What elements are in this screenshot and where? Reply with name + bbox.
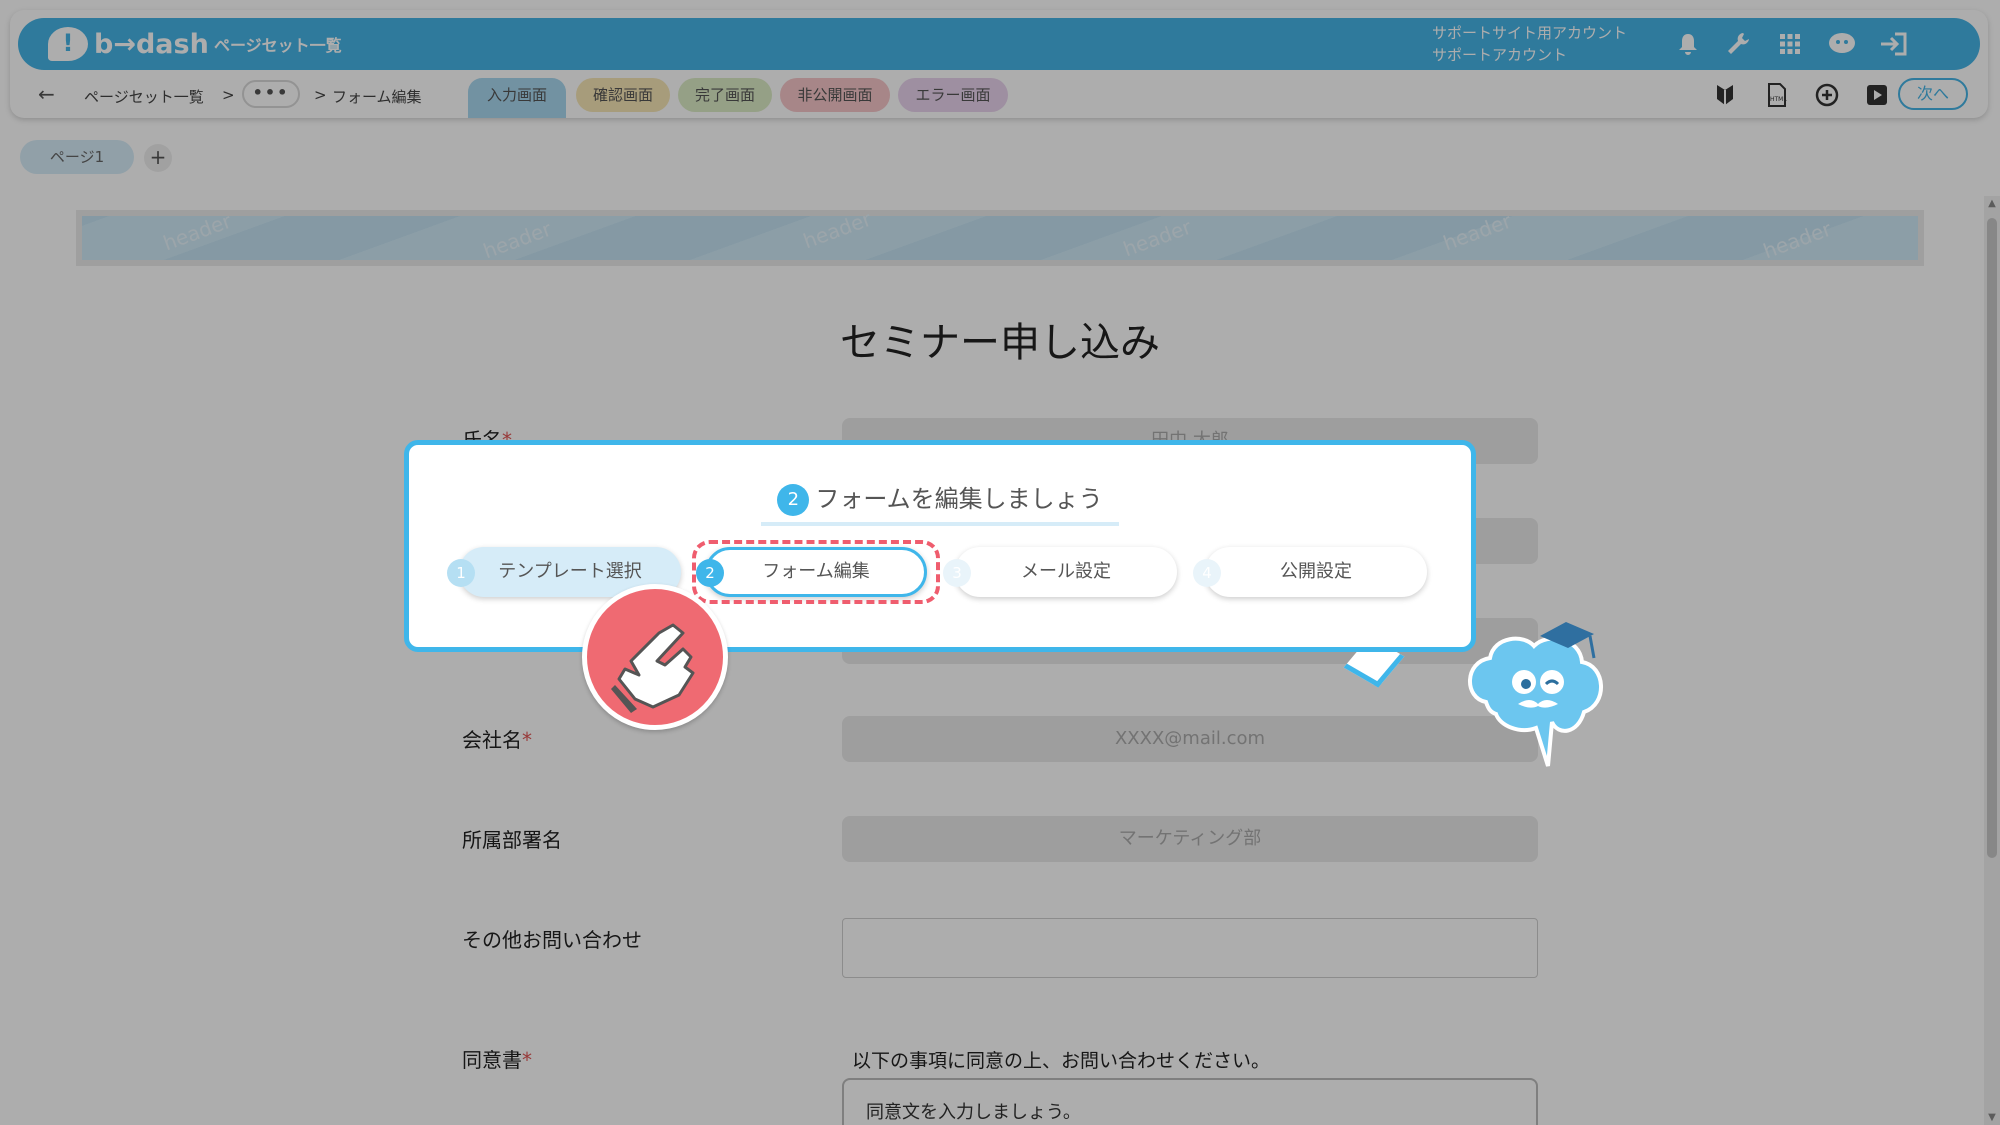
step-number: 4 xyxy=(1193,559,1221,587)
tutorial-popup: 2 フォームを編集しましょう 1 テンプレート選択 2 フォーム編集 3 メール設… xyxy=(404,440,1476,652)
tutorial-step-publish-settings[interactable]: 4 公開設定 xyxy=(1193,547,1427,597)
step-number: 1 xyxy=(447,559,475,587)
tutorial-step-number: 2 xyxy=(777,484,810,516)
pointing-hand-icon xyxy=(582,584,728,730)
mascot-character-icon xyxy=(1460,618,1612,768)
tutorial-step-mail-settings[interactable]: 3 メール設定 xyxy=(943,547,1177,597)
tutorial-title: 2 フォームを編集しましょう xyxy=(409,479,1471,526)
step-label: 公開設定 xyxy=(1280,561,1352,582)
step-label: テンプレート選択 xyxy=(498,561,642,582)
tutorial-title-text: フォームを編集しましょう xyxy=(815,485,1103,513)
step-label: メール設定 xyxy=(1021,561,1111,582)
step-number: 3 xyxy=(943,559,971,587)
